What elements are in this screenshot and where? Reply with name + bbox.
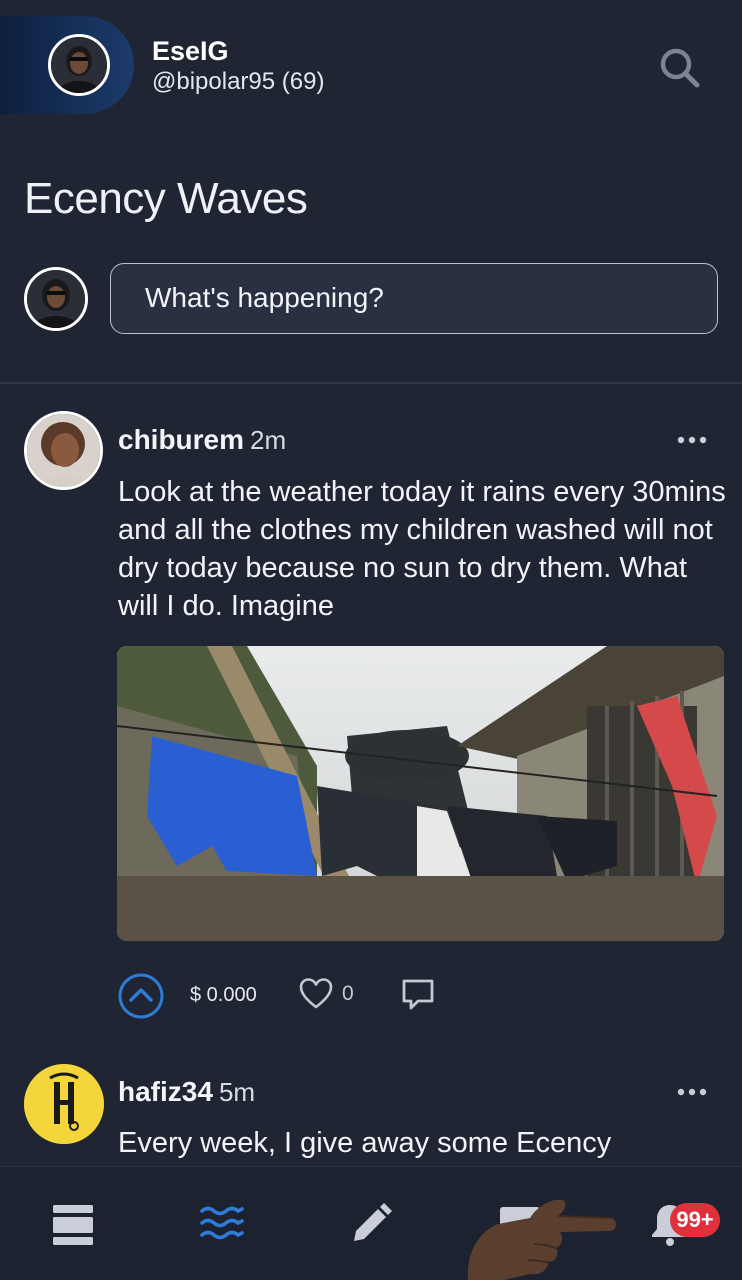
post-author-avatar[interactable]	[24, 411, 103, 490]
waves-screen: EseIG @bipolar95 (69) Ecency Waves What'…	[0, 0, 742, 1280]
payout-amount[interactable]: $ 0.000	[190, 984, 257, 1007]
post-author-avatar-image	[27, 414, 100, 487]
post-body: Every week, I give away some Ecency	[118, 1127, 612, 1159]
post-author[interactable]: hafiz34 5m	[118, 1076, 255, 1108]
bottom-nav	[0, 1166, 742, 1280]
waves-icon[interactable]	[198, 1201, 246, 1249]
pointing-hand-icon	[464, 1188, 620, 1280]
like-count: 0	[342, 982, 354, 1005]
feed-icon[interactable]	[49, 1201, 97, 1249]
user-avatar[interactable]	[48, 34, 110, 96]
compose-input[interactable]: What's happening?	[110, 263, 718, 334]
comment-icon[interactable]	[400, 976, 436, 1012]
post-image[interactable]	[117, 646, 724, 941]
user-avatar-image	[51, 37, 107, 93]
section-divider	[0, 382, 742, 384]
create-post-icon[interactable]	[346, 1201, 394, 1249]
user-handle: @bipolar95 (69)	[152, 68, 325, 95]
post-actions: $ 0.000 0	[0, 968, 742, 1020]
compose-avatar	[24, 267, 88, 331]
post-author-name[interactable]: hafiz34	[118, 1076, 213, 1107]
post-author-avatar[interactable]	[24, 1064, 104, 1144]
post-author-avatar-image	[24, 1064, 104, 1144]
more-options-icon[interactable]	[676, 1085, 708, 1099]
search-icon[interactable]	[656, 44, 702, 90]
post-author-name[interactable]: chiburem	[118, 424, 244, 455]
heart-icon[interactable]	[298, 976, 334, 1012]
notification-badge: 99+	[670, 1203, 720, 1237]
user-display-name: EseIG	[152, 36, 229, 66]
compose-avatar-image	[27, 270, 85, 328]
post-time: 5m	[218, 1077, 256, 1107]
post-time: 2m	[250, 425, 287, 455]
post-author[interactable]: chiburem 2m	[118, 424, 286, 456]
post-body: Look at the weather today it rains every…	[118, 476, 726, 622]
page-title: Ecency Waves	[24, 174, 308, 223]
more-options-icon[interactable]	[676, 433, 708, 447]
upvote-icon[interactable]	[117, 972, 165, 1020]
